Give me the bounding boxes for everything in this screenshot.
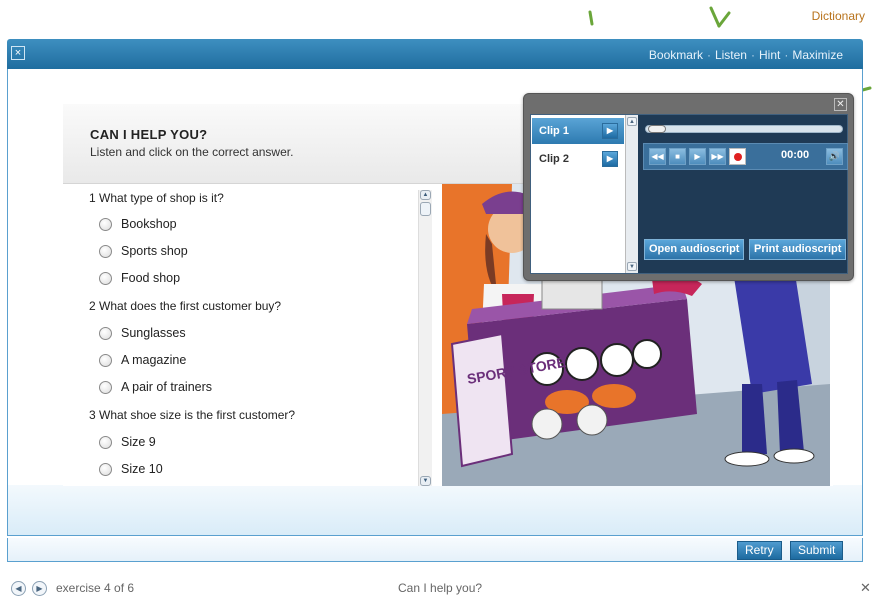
exercise-title: CAN I HELP YOU?: [90, 127, 208, 142]
exercise-screen: Dictionary × Bookmark · Listen · Hint · …: [0, 0, 877, 597]
radio-button[interactable]: [99, 244, 112, 258]
close-exercise-icon[interactable]: ✕: [858, 581, 873, 596]
answer-option[interactable]: Sports shop: [99, 244, 188, 258]
radio-button[interactable]: [99, 380, 112, 394]
header-links: Bookmark · Listen · Hint · Maximize: [648, 48, 843, 62]
question-2: 2 What does the first customer buy?: [89, 299, 282, 313]
next-exercise-icon[interactable]: ▶: [32, 581, 47, 596]
clip-scrollbar[interactable]: ▲ ▼: [625, 115, 638, 273]
close-icon[interactable]: ×: [11, 46, 25, 60]
question-list: 1 What type of shop is it? Bookshop Spor…: [63, 184, 435, 486]
answer-option[interactable]: A magazine: [99, 353, 186, 367]
rewind-icon[interactable]: ◀◀: [649, 148, 666, 165]
question-scrollbar[interactable]: ▲ ▼: [418, 190, 432, 486]
exercise-name: Can I help you?: [398, 581, 483, 595]
exercise-counter: exercise 4 of 6: [56, 581, 135, 595]
answer-option[interactable]: Size 10: [99, 462, 163, 476]
radio-button[interactable]: [99, 462, 112, 476]
player-body: Clip 1 ▶ Clip 2 ▶ ▲ ▼ ◀◀ ■ ▶ ▶▶ 00:00 🔊 …: [530, 114, 848, 274]
footer-bar: [7, 538, 863, 562]
guide-arrow-listen: [709, 6, 731, 28]
time-display: 00:00: [781, 149, 810, 161]
print-audioscript-button[interactable]: Print audioscript: [749, 239, 847, 260]
answer-option[interactable]: Sunglasses: [99, 326, 186, 340]
dictionary-link[interactable]: Dictionary: [812, 9, 865, 23]
stop-icon[interactable]: ■: [669, 148, 686, 165]
clip-list: Clip 1 ▶ Clip 2 ▶: [531, 115, 625, 273]
scroll-up-icon[interactable]: ▲: [627, 117, 637, 126]
open-audioscript-button[interactable]: Open audioscript: [644, 239, 745, 260]
answer-option[interactable]: Size 9: [99, 435, 156, 449]
player-close-icon[interactable]: ✕: [834, 98, 847, 111]
header-bar: × Bookmark · Listen · Hint · Maximize: [7, 39, 863, 69]
play-clip-icon[interactable]: ▶: [602, 123, 618, 139]
previous-exercise-icon[interactable]: ◀: [11, 581, 26, 596]
radio-button[interactable]: [99, 353, 112, 367]
radio-button[interactable]: [99, 435, 112, 449]
retry-button[interactable]: Retry: [737, 541, 782, 560]
scroll-thumb[interactable]: [420, 202, 431, 216]
clip-item[interactable]: Clip 2 ▶: [532, 146, 624, 172]
clip-item[interactable]: Clip 1 ▶: [532, 118, 624, 144]
radio-button[interactable]: [99, 217, 112, 231]
maximize-link[interactable]: Maximize: [792, 48, 843, 62]
audio-progress-bar[interactable]: [645, 125, 843, 133]
answer-option[interactable]: Bookshop: [99, 217, 177, 231]
answer-option[interactable]: Food shop: [99, 271, 180, 285]
submit-button[interactable]: Submit: [790, 541, 844, 560]
volume-icon[interactable]: 🔊: [826, 148, 843, 165]
question-1: 1 What type of shop is it?: [89, 191, 224, 205]
radio-button[interactable]: [99, 326, 112, 340]
scroll-up-icon[interactable]: ▲: [420, 190, 431, 200]
question-3: 3 What shoe size is the first customer?: [89, 408, 296, 422]
exercise-instruction: Listen and click on the correct answer.: [90, 145, 294, 159]
hint-link[interactable]: Hint: [759, 48, 780, 62]
progress-handle[interactable]: [648, 125, 666, 133]
answer-option[interactable]: A pair of trainers: [99, 380, 212, 394]
fast-forward-icon[interactable]: ▶▶: [709, 148, 726, 165]
playback-controls: ◀◀ ■ ▶ ▶▶ 00:00 🔊: [643, 143, 848, 170]
bookmark-link[interactable]: Bookmark: [649, 48, 703, 62]
audio-player: ✕ Clip 1 ▶ Clip 2 ▶ ▲ ▼ ◀◀ ■ ▶ ▶▶ 00:00 …: [523, 93, 854, 281]
scroll-down-icon[interactable]: ▼: [420, 476, 431, 486]
scroll-down-icon[interactable]: ▼: [627, 262, 637, 271]
play-icon[interactable]: ▶: [689, 148, 706, 165]
listen-link[interactable]: Listen: [715, 48, 747, 62]
play-clip-icon[interactable]: ▶: [602, 151, 618, 167]
radio-button[interactable]: [99, 271, 112, 285]
record-icon[interactable]: [729, 148, 746, 165]
